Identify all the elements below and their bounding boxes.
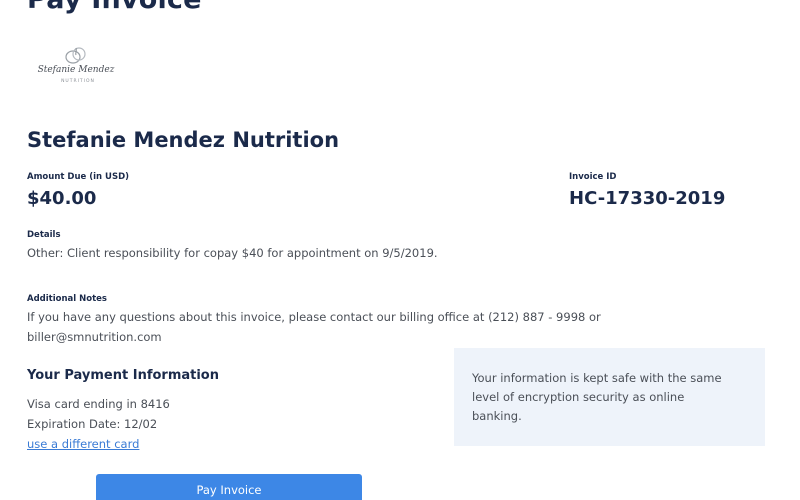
invoice-id-label: Invoice ID — [569, 172, 617, 182]
company-logo: Stefanie Mendez NUTRITION — [28, 46, 124, 92]
page-title: Pay Invoice — [27, 0, 202, 15]
additional-notes-line-2: biller@smnutrition.com — [27, 330, 162, 344]
amount-due-label: Amount Due (in USD) — [27, 172, 130, 182]
logo-wordmark: Stefanie Mendez — [37, 65, 115, 75]
use-different-card-link[interactable]: use a different card — [27, 435, 139, 454]
card-expiration-text: Expiration Date: 12/02 — [27, 417, 158, 431]
details-text: Other: Client responsibility for copay $… — [27, 246, 438, 260]
logo-subtext: NUTRITION — [61, 79, 95, 84]
card-ending-text: Visa card ending in 8416 — [27, 397, 170, 411]
security-info-text: Your information is kept safe with the s… — [472, 371, 722, 423]
pay-invoice-page: Pay Invoice Stefanie Mendez NUTRITION St… — [0, 0, 800, 500]
logo-mark-icon — [65, 47, 86, 64]
additional-notes-line-1: If you have any questions about this inv… — [27, 310, 601, 324]
invoice-id-value: HC-17330-2019 — [569, 188, 726, 209]
security-info-box: Your information is kept safe with the s… — [454, 348, 765, 446]
details-label: Details — [27, 230, 61, 240]
company-name: Stefanie Mendez Nutrition — [27, 128, 340, 152]
payment-info-heading: Your Payment Information — [27, 368, 219, 383]
pay-invoice-button-label: Pay Invoice — [196, 483, 262, 497]
additional-notes-label: Additional Notes — [27, 294, 107, 304]
pay-invoice-button[interactable]: Pay Invoice — [96, 474, 362, 500]
amount-due-value: $40.00 — [27, 188, 97, 209]
